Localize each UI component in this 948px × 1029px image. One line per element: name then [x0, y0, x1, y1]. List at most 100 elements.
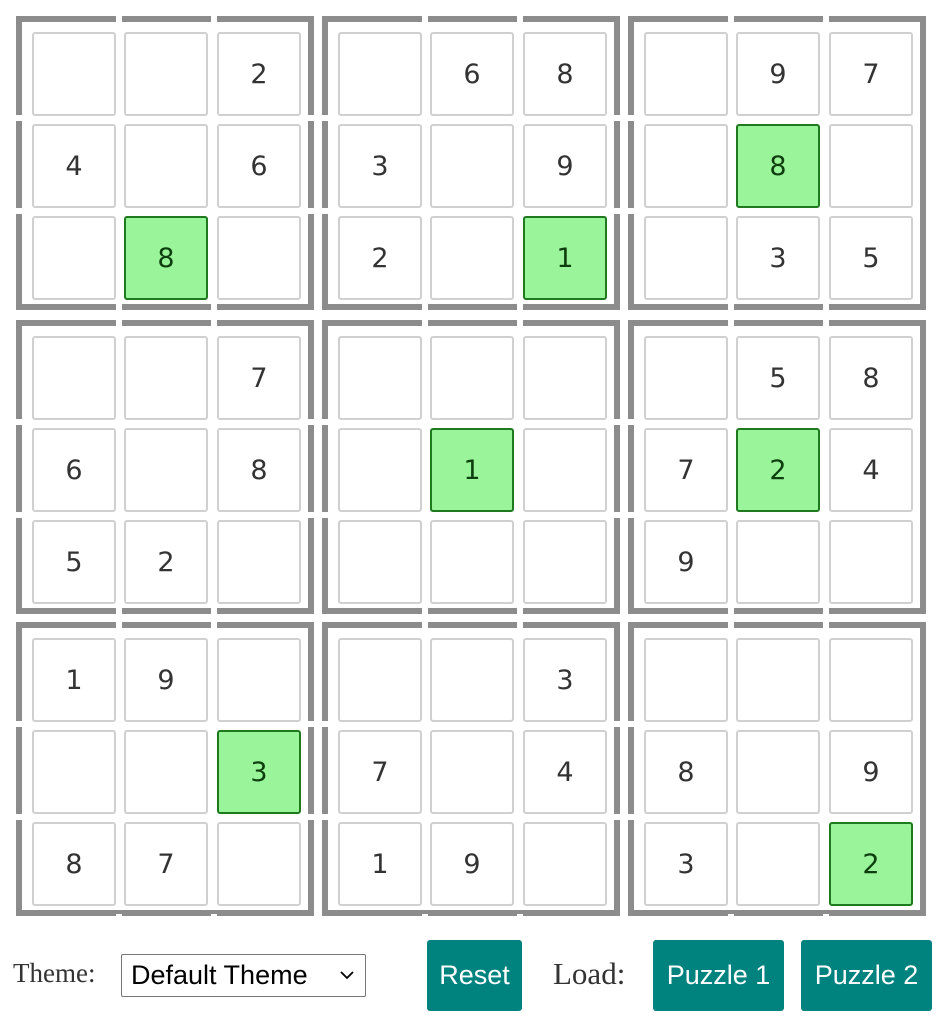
sudoku-cell[interactable]: [124, 428, 208, 512]
sudoku-cell[interactable]: [829, 638, 913, 722]
sudoku-cell[interactable]: 8: [523, 32, 607, 116]
sudoku-cell[interactable]: [736, 822, 820, 906]
sudoku-cell[interactable]: [523, 336, 607, 420]
block-border-gap: [322, 208, 328, 214]
sudoku-cell[interactable]: 3: [217, 730, 301, 814]
sudoku-cell[interactable]: [736, 730, 820, 814]
sudoku-cell[interactable]: [32, 216, 116, 300]
sudoku-cell[interactable]: 6: [430, 32, 514, 116]
sudoku-cell[interactable]: 7: [829, 32, 913, 116]
reset-button[interactable]: Reset: [427, 940, 522, 1011]
sudoku-cell[interactable]: 5: [736, 336, 820, 420]
sudoku-cell[interactable]: 2: [338, 216, 422, 300]
block-border-gap: [517, 914, 523, 920]
controls-bar: Theme: Default Theme Reset Load: Puzzle …: [0, 940, 948, 1012]
sudoku-cell[interactable]: [430, 124, 514, 208]
sudoku-cell[interactable]: [736, 520, 820, 604]
sudoku-cell[interactable]: 1: [430, 428, 514, 512]
sudoku-cell[interactable]: [430, 638, 514, 722]
sudoku-cell[interactable]: [338, 336, 422, 420]
block-border-gap: [116, 16, 122, 22]
sudoku-cell[interactable]: [644, 216, 728, 300]
sudoku-cell[interactable]: [217, 520, 301, 604]
sudoku-cell[interactable]: [32, 730, 116, 814]
sudoku-cell[interactable]: 8: [217, 428, 301, 512]
sudoku-cell[interactable]: 7: [338, 730, 422, 814]
sudoku-cell[interactable]: 2: [217, 32, 301, 116]
sudoku-cell[interactable]: 9: [644, 520, 728, 604]
sudoku-cell[interactable]: [124, 730, 208, 814]
sudoku-cell[interactable]: [644, 124, 728, 208]
sudoku-cell[interactable]: 8: [736, 124, 820, 208]
block-border-gap: [211, 16, 217, 22]
sudoku-cell[interactable]: 3: [523, 638, 607, 722]
sudoku-cell[interactable]: 4: [829, 428, 913, 512]
sudoku-cell[interactable]: 7: [217, 336, 301, 420]
sudoku-cell[interactable]: [644, 336, 728, 420]
sudoku-cell[interactable]: [217, 216, 301, 300]
sudoku-cell[interactable]: 1: [523, 216, 607, 300]
block-border-gap: [823, 320, 829, 326]
sudoku-cell[interactable]: [430, 216, 514, 300]
sudoku-cell[interactable]: [644, 32, 728, 116]
sudoku-cell[interactable]: 5: [829, 216, 913, 300]
sudoku-cell[interactable]: 8: [124, 216, 208, 300]
sudoku-cell[interactable]: [430, 336, 514, 420]
sudoku-cell[interactable]: [124, 336, 208, 420]
sudoku-cell[interactable]: 4: [523, 730, 607, 814]
sudoku-cell[interactable]: [523, 428, 607, 512]
sudoku-cell[interactable]: 9: [736, 32, 820, 116]
sudoku-cell[interactable]: 1: [32, 638, 116, 722]
sudoku-cell[interactable]: 1: [338, 822, 422, 906]
sudoku-cell[interactable]: [430, 730, 514, 814]
sudoku-cell[interactable]: [523, 822, 607, 906]
block-border-gap: [422, 320, 428, 326]
sudoku-cell[interactable]: 6: [217, 124, 301, 208]
sudoku-cell[interactable]: 5: [32, 520, 116, 604]
sudoku-cell[interactable]: 7: [124, 822, 208, 906]
block-border-gap: [614, 208, 620, 214]
sudoku-cell[interactable]: 9: [829, 730, 913, 814]
block-border-gap: [422, 914, 428, 920]
sudoku-cell[interactable]: 6: [32, 428, 116, 512]
sudoku-cell[interactable]: [124, 32, 208, 116]
puzzle-2-button[interactable]: Puzzle 2: [801, 940, 932, 1011]
sudoku-cell[interactable]: [32, 32, 116, 116]
sudoku-cell[interactable]: 4: [32, 124, 116, 208]
sudoku-cell[interactable]: 3: [338, 124, 422, 208]
sudoku-cell[interactable]: 2: [124, 520, 208, 604]
sudoku-cell[interactable]: [829, 124, 913, 208]
sudoku-cell[interactable]: 3: [736, 216, 820, 300]
sudoku-cell[interactable]: 3: [644, 822, 728, 906]
sudoku-cell[interactable]: [338, 638, 422, 722]
load-label: Load:: [553, 956, 626, 991]
block-border-gap: [914, 419, 920, 425]
sudoku-cell[interactable]: [430, 520, 514, 604]
sudoku-cell[interactable]: 9: [523, 124, 607, 208]
sudoku-cell[interactable]: 9: [124, 638, 208, 722]
sudoku-cell[interactable]: [217, 822, 301, 906]
block-border-gap: [517, 608, 523, 614]
sudoku-cell[interactable]: [124, 124, 208, 208]
sudoku-cell[interactable]: 8: [644, 730, 728, 814]
sudoku-cell[interactable]: [829, 520, 913, 604]
sudoku-cell[interactable]: 2: [829, 822, 913, 906]
sudoku-cell[interactable]: [736, 638, 820, 722]
sudoku-cell[interactable]: [338, 32, 422, 116]
sudoku-cell[interactable]: [32, 336, 116, 420]
sudoku-cell[interactable]: 8: [829, 336, 913, 420]
block-border-gap: [614, 721, 620, 727]
block-border-gap: [308, 721, 314, 727]
sudoku-cell[interactable]: [338, 520, 422, 604]
sudoku-cell[interactable]: [338, 428, 422, 512]
sudoku-cell[interactable]: [644, 638, 728, 722]
sudoku-cell[interactable]: 8: [32, 822, 116, 906]
sudoku-cell[interactable]: [217, 638, 301, 722]
sudoku-cell[interactable]: 2: [736, 428, 820, 512]
puzzle-1-button[interactable]: Puzzle 1: [653, 940, 784, 1011]
sudoku-cell[interactable]: [523, 520, 607, 604]
block-border-gap: [628, 115, 634, 121]
sudoku-cell[interactable]: 9: [430, 822, 514, 906]
sudoku-cell[interactable]: 7: [644, 428, 728, 512]
theme-select[interactable]: Default Theme: [121, 954, 366, 997]
